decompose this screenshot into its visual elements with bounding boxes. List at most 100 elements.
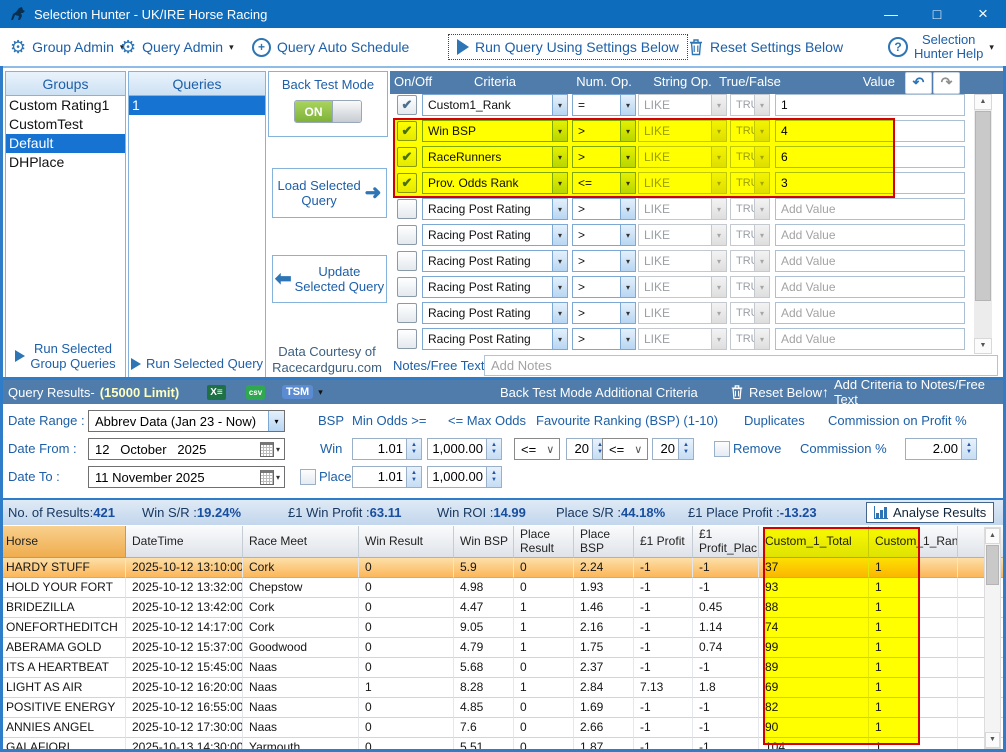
criteria-select[interactable]: Prov. Odds Rank▾	[422, 172, 568, 194]
column-header[interactable]: Place BSP	[574, 526, 634, 558]
num-op-select[interactable]: >▾	[572, 120, 636, 142]
table-row[interactable]: HOLD YOUR FORT2025-10-12 13:32:00Chepsto…	[0, 578, 1006, 598]
value-input[interactable]: Add Value	[775, 276, 965, 298]
scroll-down-icon[interactable]: ▼	[985, 732, 1000, 748]
group-admin-menu[interactable]: ⚙ Group Admin ▾	[10, 28, 124, 66]
value-input[interactable]: 4	[775, 120, 965, 142]
table-scrollbar[interactable]: ▲ ▼	[984, 527, 1001, 749]
criteria-checkbox[interactable]: ✔	[397, 121, 417, 141]
string-op-select[interactable]: LIKE▾	[638, 328, 727, 350]
table-row[interactable]: ITS A HEARTBEAT2025-10-12 15:45:00Naas05…	[0, 658, 1006, 678]
table-row[interactable]: HARDY STUFF2025-10-12 13:10:00Cork05.902…	[0, 558, 1006, 578]
string-op-select[interactable]: LIKE▾	[638, 198, 727, 220]
table-row[interactable]: ABERAMA GOLD2025-10-12 15:37:00Goodwood0…	[0, 638, 1006, 658]
win-max-odds-spinner[interactable]: 1,000.00 ▲▼	[427, 438, 502, 460]
reset-settings-button[interactable]: Reset Settings Below	[688, 28, 843, 66]
add-criteria-to-notes-button[interactable]: ↑ Add Criteria to Notes/Free Text	[822, 380, 1006, 404]
export-csv-button[interactable]: csv	[246, 380, 265, 404]
place-max-odds-spinner[interactable]: 1,000.00 ▲▼	[427, 466, 502, 488]
criteria-checkbox[interactable]: ✔	[397, 95, 417, 115]
criteria-checkbox[interactable]	[397, 303, 417, 323]
date-from-input[interactable]: 12 October 2025 ▾	[88, 438, 285, 460]
truefalse-select[interactable]: TRUE▾	[730, 328, 770, 350]
criteria-select[interactable]: Racing Post Rating▾	[422, 276, 568, 298]
num-op-select[interactable]: <=▾	[572, 172, 636, 194]
string-op-select[interactable]: LIKE▾	[638, 146, 727, 168]
table-row[interactable]: LIGHT AS AIR2025-10-12 16:20:00Naas18.28…	[0, 678, 1006, 698]
run-selected-query-button[interactable]: Run Selected Query	[129, 356, 265, 371]
group-list-item[interactable]: CustomTest	[6, 115, 125, 134]
value-input[interactable]: Add Value	[775, 302, 965, 324]
scroll-up-icon[interactable]: ▲	[974, 94, 992, 110]
run-query-button[interactable]: Run Query Using Settings Below	[448, 34, 688, 60]
export-excel-button[interactable]: X≡	[207, 380, 226, 404]
group-list-item[interactable]: Default	[6, 134, 125, 153]
num-op-select[interactable]: >▾	[572, 276, 636, 298]
num-op-select[interactable]: >▾	[572, 250, 636, 272]
criteria-checkbox[interactable]: ✔	[397, 147, 417, 167]
truefalse-select[interactable]: TRUE▾	[730, 120, 770, 142]
criteria-select[interactable]: Racing Post Rating▾	[422, 328, 568, 350]
column-header[interactable]: Place Result	[514, 526, 574, 558]
column-header[interactable]: Custom_1_Rank	[869, 526, 958, 558]
update-selected-query-button[interactable]: ⬅ UpdateSelected Query	[272, 255, 387, 303]
column-header[interactable]: Race Meet	[243, 526, 359, 558]
close-button[interactable]: ×	[960, 0, 1006, 28]
string-op-select[interactable]: LIKE▾	[638, 302, 727, 324]
num-op-select[interactable]: >▾	[572, 328, 636, 350]
table-row[interactable]: ANNIES ANGEL2025-10-12 17:30:00Naas07.60…	[0, 718, 1006, 738]
value-input[interactable]: 3	[775, 172, 965, 194]
truefalse-select[interactable]: TRUE▾	[730, 250, 770, 272]
criteria-select[interactable]: Win BSP▾	[422, 120, 568, 142]
criteria-checkbox[interactable]	[397, 329, 417, 349]
table-row[interactable]: ONEFORTHEDITCH2025-10-12 14:17:00Cork09.…	[0, 618, 1006, 638]
criteria-select[interactable]: Racing Post Rating▾	[422, 224, 568, 246]
scrollbar-thumb[interactable]	[975, 111, 991, 301]
group-list-item[interactable]: DHPlace	[6, 153, 125, 172]
scroll-up-icon[interactable]: ▲	[985, 528, 1000, 544]
criteria-checkbox[interactable]	[397, 277, 417, 297]
truefalse-select[interactable]: TRUE▾	[730, 198, 770, 220]
column-header[interactable]: DateTime	[126, 526, 243, 558]
remove-duplicates-checkbox[interactable]	[714, 441, 730, 457]
value-input[interactable]: 1	[775, 94, 965, 116]
place-min-odds-spinner[interactable]: 1.01 ▲▼	[352, 466, 422, 488]
column-header[interactable]: £1 Profit_Plac	[693, 526, 759, 558]
criteria-checkbox[interactable]	[397, 225, 417, 245]
truefalse-select[interactable]: TRUE▾	[730, 276, 770, 298]
truefalse-select[interactable]: TRUE▾	[730, 172, 770, 194]
column-header[interactable]: Custom_1_Total	[759, 526, 869, 558]
run-selected-group-queries-button[interactable]: Run SelectedGroup Queries	[6, 341, 125, 371]
date-to-input[interactable]: 11 November 2025 ▾	[88, 466, 285, 488]
query-list-item[interactable]: 1	[129, 96, 265, 115]
scrollbar-thumb[interactable]	[986, 545, 999, 585]
value-input[interactable]: Add Value	[775, 250, 965, 272]
table-row[interactable]: POSITIVE ENERGY2025-10-12 16:55:00Naas04…	[0, 698, 1006, 718]
truefalse-select[interactable]: TRUE▾	[730, 146, 770, 168]
value-input[interactable]: Add Value	[775, 198, 965, 220]
fav-rank-op2-select[interactable]: <= ∨	[602, 438, 648, 460]
commission-spinner[interactable]: 2.00 ▲▼	[905, 438, 977, 460]
tsm-menu[interactable]: TSM ▾	[282, 380, 323, 404]
query-admin-menu[interactable]: ⚙ Query Admin ▾	[120, 28, 234, 66]
num-op-select[interactable]: >▾	[572, 302, 636, 324]
load-selected-query-button[interactable]: Load SelectedQuery ➜	[272, 168, 387, 218]
num-op-select[interactable]: >▾	[572, 224, 636, 246]
string-op-select[interactable]: LIKE▾	[638, 120, 727, 142]
backtest-toggle[interactable]: ON	[294, 100, 362, 123]
fav-rank-value2-spinner[interactable]: 20 ▲▼	[652, 438, 694, 460]
criteria-scrollbar[interactable]: ▲ ▼	[974, 94, 992, 354]
table-row[interactable]: BRIDEZILLA2025-10-12 13:42:00Cork04.4711…	[0, 598, 1006, 618]
num-op-select[interactable]: >▾	[572, 146, 636, 168]
reset-below-button[interactable]: Reset Below	[730, 380, 822, 404]
query-auto-schedule-button[interactable]: + Query Auto Schedule	[252, 28, 409, 66]
criteria-select[interactable]: Racing Post Rating▾	[422, 250, 568, 272]
criteria-checkbox[interactable]	[397, 251, 417, 271]
num-op-select[interactable]: >▾	[572, 198, 636, 220]
value-input[interactable]: Add Value	[775, 224, 965, 246]
truefalse-select[interactable]: TRUE▾	[730, 224, 770, 246]
column-header[interactable]: Horse	[0, 526, 126, 558]
criteria-select[interactable]: RaceRunners▾	[422, 146, 568, 168]
string-op-select[interactable]: LIKE▾	[638, 276, 727, 298]
redo-button[interactable]: ↷	[933, 72, 960, 94]
